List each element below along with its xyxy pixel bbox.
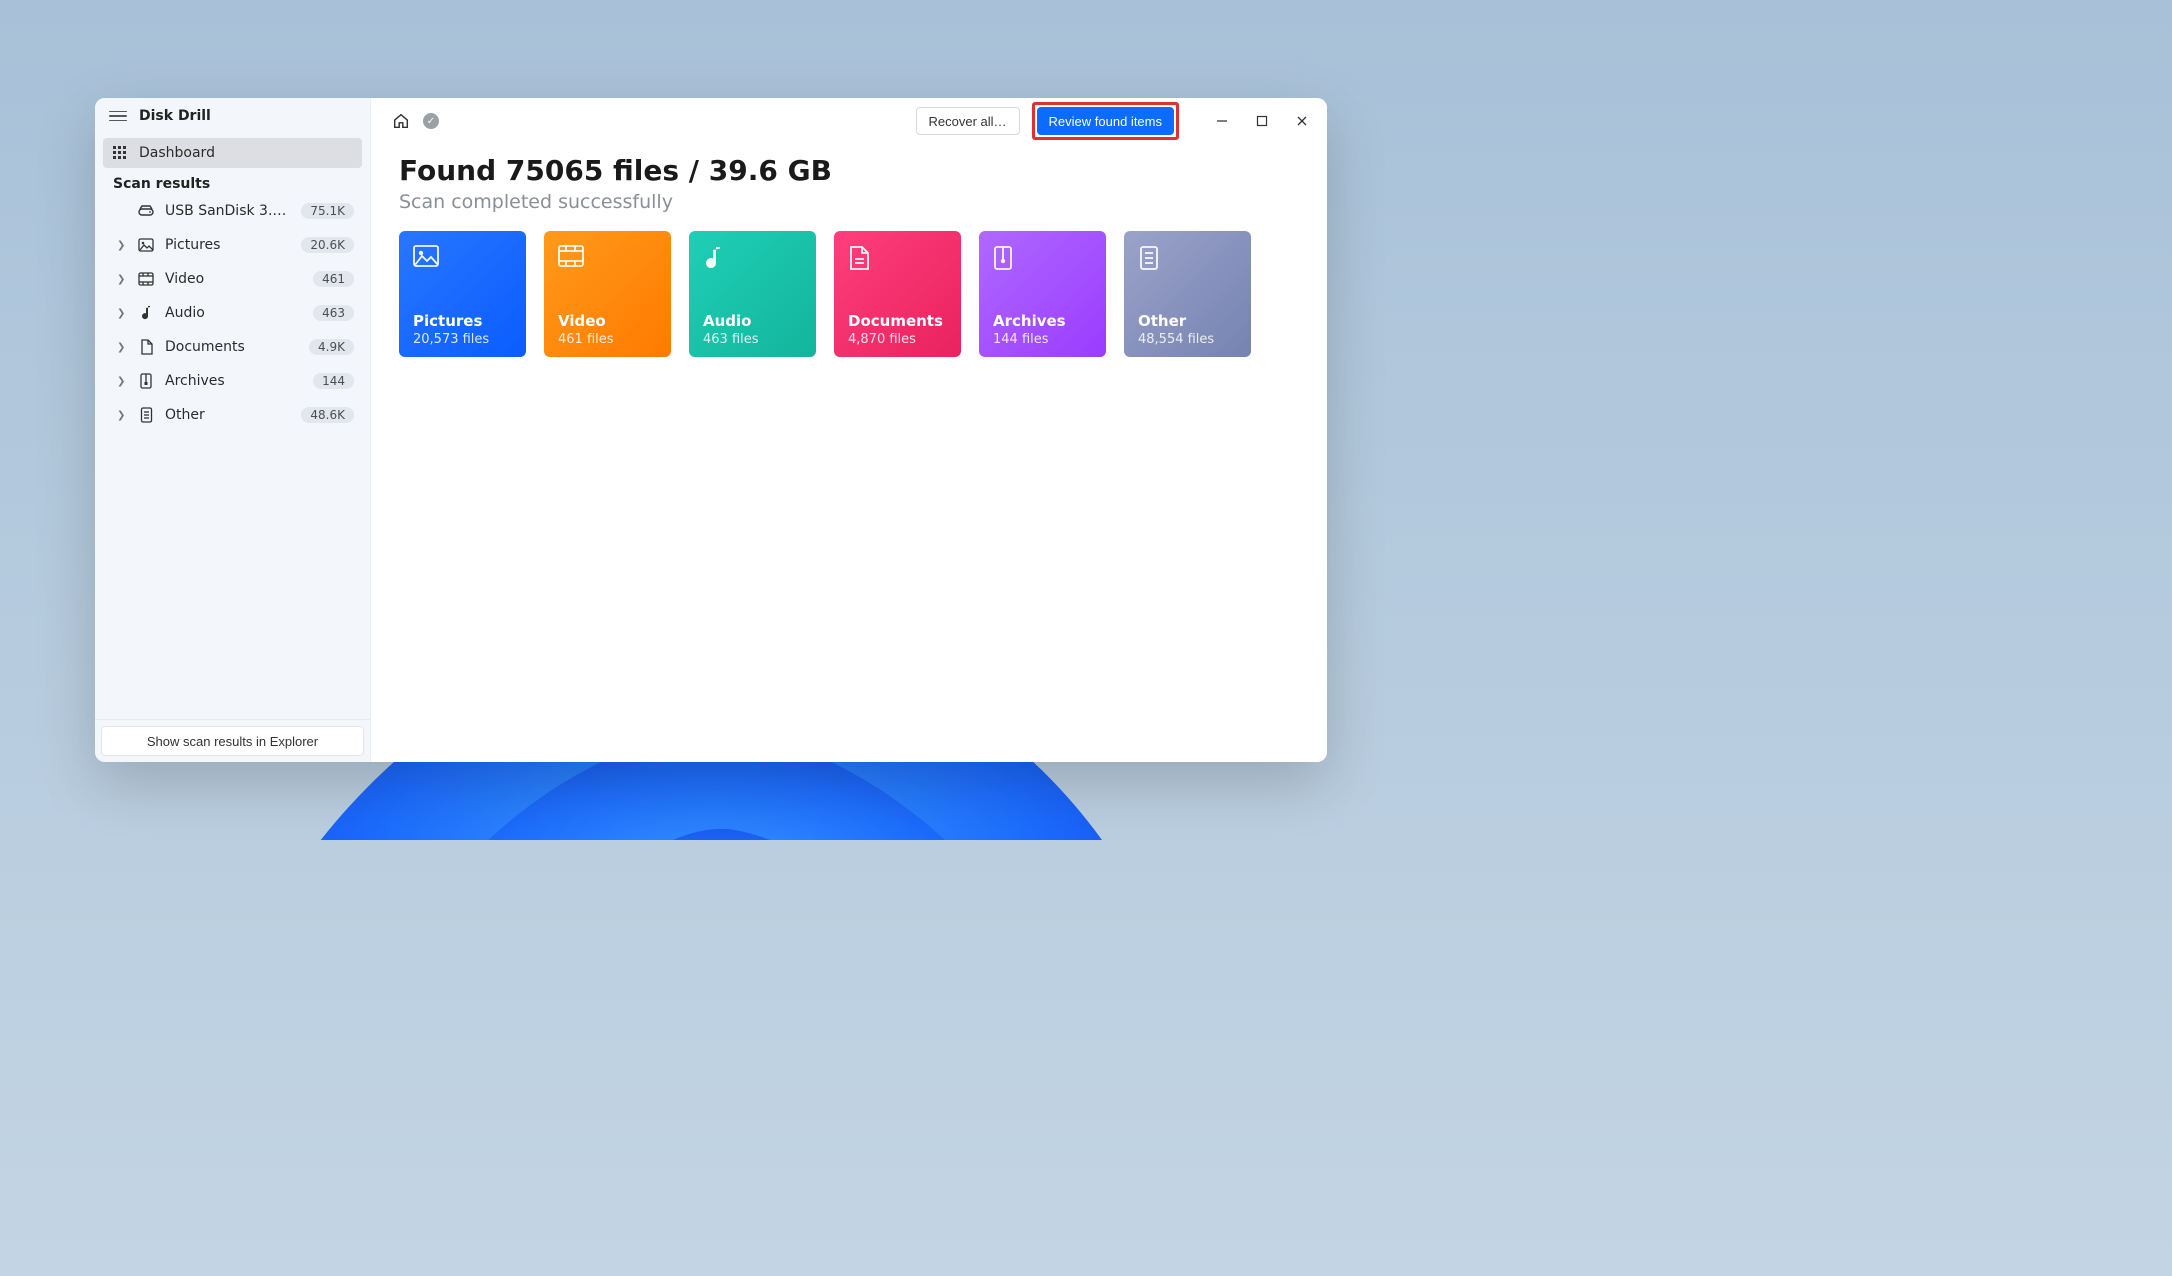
chevron-right-icon: ❯: [117, 410, 127, 421]
content-area: Found 75065 files / 39.6 GB Scan complet…: [371, 144, 1327, 367]
sidebar-item-video[interactable]: ❯ Video 461: [103, 262, 362, 296]
other-icon: [137, 407, 155, 423]
sidebar-item-label: Video: [165, 271, 303, 287]
highlight-annotation: Review found items: [1032, 102, 1179, 140]
chevron-right-icon: ❯: [117, 342, 127, 353]
grid-icon: [111, 146, 129, 160]
card-title: Audio: [703, 312, 804, 330]
count-badge: 48.6K: [301, 407, 354, 423]
app-window: Disk Drill Dashboard Scan results USB Sa…: [95, 98, 1327, 762]
sidebar-item-label: Other: [165, 407, 291, 423]
sidebar-section-title: Scan results: [103, 172, 362, 194]
count-badge: 20.6K: [301, 237, 354, 253]
category-card-other[interactable]: Other 48,554 files: [1124, 231, 1251, 357]
main-panel: ✓ Recover all… Review found items Found …: [371, 98, 1327, 762]
window-controls: [1213, 112, 1311, 130]
results-headline: Found 75065 files / 39.6 GB: [399, 154, 1299, 187]
archives-icon: [137, 373, 155, 389]
sidebar-header: Disk Drill: [95, 98, 370, 132]
chevron-right-icon: ❯: [117, 308, 127, 319]
video-icon: [558, 245, 659, 273]
maximize-icon[interactable]: [1253, 112, 1271, 130]
sidebar-item-documents[interactable]: ❯ Documents 4.9K: [103, 330, 362, 364]
card-subtitle: 144 files: [993, 332, 1094, 347]
category-card-video[interactable]: Video 461 files: [544, 231, 671, 357]
drive-icon: [137, 205, 155, 217]
sidebar-item-label: Archives: [165, 373, 303, 389]
audio-icon: [703, 245, 804, 273]
results-subhead: Scan completed successfully: [399, 191, 1299, 213]
sidebar-item-label: USB SanDisk 3.2Gen1…: [165, 203, 291, 219]
card-title: Archives: [993, 312, 1094, 330]
sidebar-item-label: Dashboard: [139, 145, 354, 161]
sidebar-item-other[interactable]: ❯ Other 48.6K: [103, 398, 362, 432]
card-subtitle: 461 files: [558, 332, 659, 347]
card-subtitle: 4,870 files: [848, 332, 949, 347]
category-card-pictures[interactable]: Pictures 20,573 files: [399, 231, 526, 357]
sidebar-body: Dashboard Scan results USB SanDisk 3.2Ge…: [95, 132, 370, 719]
card-subtitle: 20,573 files: [413, 332, 514, 347]
sidebar-item-label: Audio: [165, 305, 303, 321]
sidebar-item-drive[interactable]: USB SanDisk 3.2Gen1… 75.1K: [103, 194, 362, 228]
check-icon[interactable]: ✓: [423, 113, 439, 129]
chevron-right-icon: ❯: [117, 376, 127, 387]
count-badge: 75.1K: [301, 203, 354, 219]
sidebar-item-pictures[interactable]: ❯ Pictures 20.6K: [103, 228, 362, 262]
show-in-explorer-button[interactable]: Show scan results in Explorer: [101, 726, 364, 756]
pictures-icon: [413, 245, 514, 273]
card-title: Video: [558, 312, 659, 330]
sidebar-item-audio[interactable]: ❯ Audio 463: [103, 296, 362, 330]
toolbar: ✓ Recover all… Review found items: [371, 98, 1327, 144]
sidebar-item-label: Documents: [165, 339, 299, 355]
app-title: Disk Drill: [139, 108, 211, 124]
other-icon: [1138, 245, 1239, 273]
recover-all-button[interactable]: Recover all…: [916, 107, 1020, 135]
count-badge: 463: [313, 305, 354, 321]
sidebar-item-label: Pictures: [165, 237, 291, 253]
audio-icon: [137, 305, 155, 321]
pictures-icon: [137, 238, 155, 252]
count-badge: 461: [313, 271, 354, 287]
category-card-documents[interactable]: Documents 4,870 files: [834, 231, 961, 357]
category-cards: Pictures 20,573 files Video 461 files Audio 4…: [399, 231, 1299, 357]
video-icon: [137, 272, 155, 286]
chevron-right-icon: ❯: [117, 274, 127, 285]
archives-icon: [993, 245, 1094, 273]
documents-icon: [137, 339, 155, 355]
category-card-archives[interactable]: Archives 144 files: [979, 231, 1106, 357]
chevron-right-icon: ❯: [117, 240, 127, 251]
category-card-audio[interactable]: Audio 463 files: [689, 231, 816, 357]
review-found-items-button[interactable]: Review found items: [1037, 107, 1174, 135]
card-title: Other: [1138, 312, 1239, 330]
home-icon[interactable]: [391, 111, 411, 131]
card-subtitle: 48,554 files: [1138, 332, 1239, 347]
card-subtitle: 463 files: [703, 332, 804, 347]
count-badge: 4.9K: [309, 339, 354, 355]
sidebar-footer: Show scan results in Explorer: [95, 719, 370, 762]
count-badge: 144: [313, 373, 354, 389]
card-title: Documents: [848, 312, 949, 330]
card-title: Pictures: [413, 312, 514, 330]
minimize-icon[interactable]: [1213, 112, 1231, 130]
menu-icon[interactable]: [109, 111, 127, 122]
close-icon[interactable]: [1293, 112, 1311, 130]
sidebar: Disk Drill Dashboard Scan results USB Sa…: [95, 98, 371, 762]
sidebar-item-archives[interactable]: ❯ Archives 144: [103, 364, 362, 398]
documents-icon: [848, 245, 949, 273]
sidebar-item-dashboard[interactable]: Dashboard: [103, 138, 362, 168]
